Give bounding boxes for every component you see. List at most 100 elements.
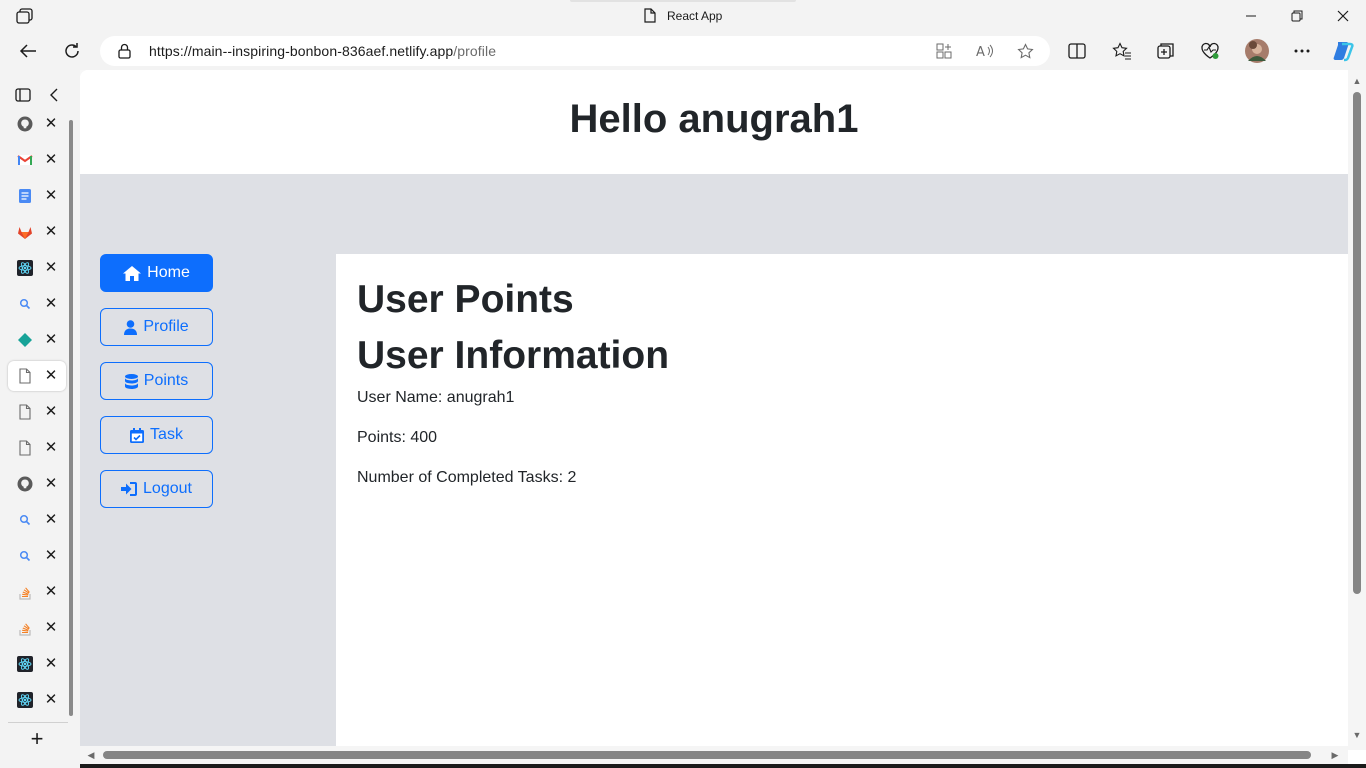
stackoverflow-icon [17,620,33,636]
home-button[interactable]: Home [100,254,213,292]
vertical-tab[interactable]: ✕ [8,541,66,571]
user-points-heading: User Points [357,278,574,321]
favorites-icon [1112,42,1131,60]
vertical-tabs-panel: ✕ ✕ ✕ ✕ ✕ ✕ ✕ ✕ ✕ ✕ ✕ ✕ ✕ ✕ ✕ ✕ ✕ + [0,70,80,768]
vertical-scrollbar[interactable]: ▲ ▼ [1348,70,1366,750]
horizontal-scrollbar[interactable]: ◀ ▶ [80,746,1348,764]
close-tab-icon[interactable]: ✕ [44,547,58,565]
vertical-tab[interactable]: ✕ [8,685,66,715]
browser-toolbar: https://main--inspiring-bonbon-836aef.ne… [0,32,1366,70]
page-header: Hello anugrah1 [80,70,1348,174]
vertical-tab[interactable]: ✕ [8,613,66,643]
settings-more-button[interactable] [1291,40,1313,62]
restore-icon [1291,10,1303,22]
close-tab-icon[interactable]: ✕ [44,655,58,673]
favorites-button[interactable] [1111,40,1133,62]
window-bottom-edge [80,764,1366,768]
scroll-right-arrow[interactable]: ▶ [1330,750,1340,760]
divider [8,722,68,723]
avatar [1245,39,1269,63]
read-aloud-icon[interactable]: A [976,42,994,60]
vertical-tab[interactable]: ✕ [8,505,66,535]
main-content: User Points User Information User Name: … [336,254,1348,750]
close-tab-icon[interactable]: ✕ [44,187,58,205]
close-window-button[interactable] [1333,6,1353,26]
horizontal-scroll-thumb[interactable] [103,751,1311,759]
close-tab-icon[interactable]: ✕ [44,511,58,529]
vertical-tab[interactable]: ✕ [8,397,66,427]
vertical-tab[interactable]: ✕ [8,361,66,391]
browser-essentials-button[interactable] [1199,40,1221,62]
vertical-tab[interactable]: ✕ [8,253,66,283]
profile-avatar-button[interactable] [1244,38,1270,64]
vertical-tab[interactable]: ✕ [8,433,66,463]
copilot-button[interactable] [1332,40,1354,62]
points-button[interactable]: Points [100,362,213,400]
close-tab-icon[interactable]: ✕ [44,331,58,349]
refresh-icon [65,43,79,58]
close-tab-icon[interactable]: ✕ [44,259,58,277]
react-icon [17,260,33,276]
close-tab-icon[interactable]: ✕ [44,295,58,313]
minimize-button[interactable] [1241,6,1261,26]
vertical-tab[interactable]: ✕ [8,325,66,355]
user-information-heading: User Information [357,334,670,377]
split-screen-button[interactable] [1066,40,1088,62]
logout-button[interactable]: Logout [100,470,213,508]
vertical-tab[interactable]: ✕ [8,109,66,139]
lock-icon[interactable] [118,43,131,59]
scroll-down-arrow[interactable]: ▼ [1352,730,1362,740]
more-dots-icon [1294,49,1310,53]
close-tab-icon[interactable]: ✕ [44,151,58,169]
page-viewport: Hello anugrah1 Home Profile Points Task … [80,70,1366,768]
scroll-left-arrow[interactable]: ◀ [86,750,96,760]
close-tab-icon[interactable]: ✕ [44,475,58,493]
tab-list-scrollbar[interactable] [69,120,73,716]
close-tab-icon[interactable]: ✕ [44,115,58,133]
vertical-tab[interactable]: ✕ [8,181,66,211]
vertical-tab[interactable]: ✕ [8,469,66,499]
database-icon [124,373,138,389]
address-bar[interactable]: https://main--inspiring-bonbon-836aef.ne… [100,36,1050,66]
task-button[interactable]: Task [100,416,213,454]
collections-button[interactable] [1155,40,1177,62]
url-text[interactable]: https://main--inspiring-bonbon-836aef.ne… [149,43,496,59]
svg-text:A: A [976,45,985,59]
close-tab-icon[interactable]: ✕ [44,223,58,241]
new-tab-button[interactable]: + [28,728,46,750]
url-host: https://main--inspiring-bonbon-836aef.ne… [149,43,454,59]
collapse-panel-icon[interactable] [49,88,59,102]
vertical-tab[interactable]: ✕ [8,289,66,319]
close-tab-icon[interactable]: ✕ [44,403,58,421]
close-tab-icon[interactable]: ✕ [44,367,58,385]
url-path: /profile [453,43,497,59]
title-bar-tab-edge [570,0,796,2]
tab-actions-icon[interactable] [15,88,31,102]
search-icon [17,512,33,528]
vertical-tab[interactable]: ✕ [8,217,66,247]
vertical-tab[interactable]: ✕ [8,649,66,679]
github-icon [17,476,33,492]
back-arrow-icon [19,44,36,58]
restore-button[interactable] [1287,6,1307,26]
calendar-check-icon [130,427,145,443]
gitlab-icon [17,224,33,240]
close-tab-icon[interactable]: ✕ [44,691,58,709]
favorite-star-icon[interactable] [1016,42,1034,60]
scroll-up-arrow[interactable]: ▲ [1352,76,1362,86]
vertical-tab[interactable]: ✕ [8,577,66,607]
app-available-icon[interactable] [935,42,953,60]
close-tab-icon[interactable]: ✕ [44,583,58,601]
profile-button-label: Profile [143,318,189,335]
refresh-button[interactable] [61,40,83,62]
page-icon [17,404,33,420]
close-tab-icon[interactable]: ✕ [44,439,58,457]
close-tab-icon[interactable]: ✕ [44,619,58,637]
vertical-tab[interactable]: ✕ [8,145,66,175]
back-button[interactable] [17,40,39,62]
profile-button[interactable]: Profile [100,308,213,346]
vertical-scroll-thumb[interactable] [1353,92,1361,594]
split-screen-icon [1068,43,1086,59]
window-title-text: React App [666,8,723,23]
logout-button-label: Logout [143,480,192,497]
